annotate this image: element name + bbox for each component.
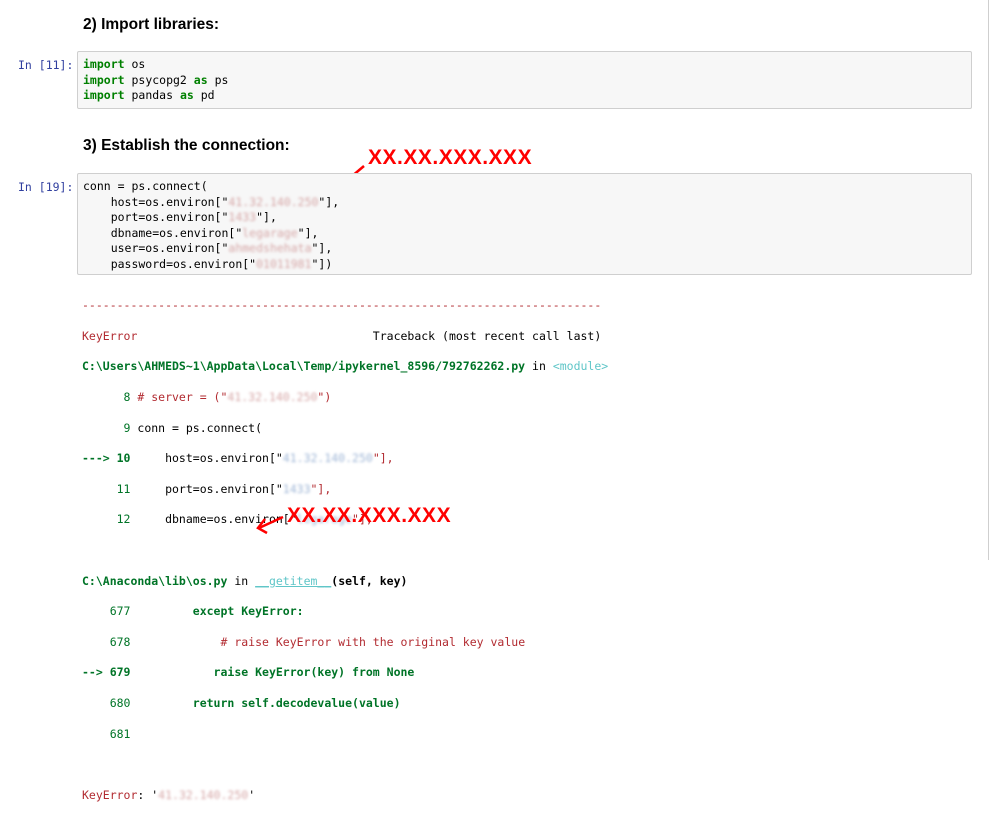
code-text: "], [311,241,333,255]
code-text: psycopg2 [124,72,194,87]
code-text: port=os.environ[" [83,210,229,224]
code-text: ps [207,72,229,87]
line-number: 678 [82,634,138,649]
code-text: "], [318,194,340,209]
code-comment: ") [317,390,332,405]
keyword: as [179,88,194,102]
traceback-header: Traceback (most recent call last) [137,328,602,343]
heading-establish-connection: 3) Establish the connection: [83,137,290,154]
line-number: 681 [82,726,138,741]
code-text: in [227,573,256,588]
redaction-annotation-bottom: XX.XX.XXX.XXX [287,504,452,527]
traceback-module: <module> [552,359,609,374]
keyword: import [83,57,125,71]
keyword: as [193,72,208,87]
final-error-type: KeyError [82,787,138,802]
code-cell-11[interactable]: import os import psycopg2 as ps import p… [77,51,972,109]
line-number: 12 [82,512,131,527]
code-text: password=os.environ[" [83,256,257,271]
redacted-value: 41.32.140.250 [227,390,318,405]
code-text: "], [372,451,394,466]
redacted-value: ahmedshehata [228,241,312,255]
code-text: "]) [311,256,333,271]
code-comment: # server = (" [137,390,228,405]
line-number: 9 [82,420,138,435]
error-type: KeyError [82,328,138,343]
code-text: "], [310,481,332,496]
code-text: return self.decodevalue(value) [137,696,401,711]
code-text: ' [248,787,256,802]
code-text: "], [256,210,277,224]
code-text: pd [193,88,215,102]
code-text: raise KeyError(key) from None [130,665,415,680]
code-text: conn = ps.connect( [83,179,208,193]
traceback-separator: ----------------------------------------… [82,298,602,313]
line-number: 11 [82,481,131,496]
code-text: in [525,359,553,374]
code-text: host=os.environ[" [83,194,229,209]
redacted-value: legarage [242,225,298,240]
current-line-arrow: ---> 10 [82,451,131,466]
cell-19-error-output: ----------------------------------------… [82,283,972,818]
keyword: import [83,72,125,87]
code-text: "], [297,225,319,240]
code-text: : ' [137,787,159,802]
code-text: user=os.environ[" [83,241,229,255]
redacted-value: 1433 [282,481,311,496]
redacted-value: 01011981 [256,256,312,271]
cell-prompt-19: In [19]: [18,180,74,194]
redacted-value: 41.32.140.250 [158,787,249,802]
cell-prompt-11: In [11]: [18,58,74,72]
traceback-file-path: C:\Anaconda\lib\os.py [82,573,228,588]
traceback-function: __getitem__ [255,573,332,588]
redaction-annotation-top: XX.XX.XXX.XXX [368,146,533,169]
code-text: conn = ps.connect( [137,420,263,435]
code-text: port=os.environ[" [130,481,283,496]
keyword: import [83,88,125,102]
traceback-args: (self, key) [331,573,408,588]
traceback-file-path: C:\Users\AHMEDS~1\AppData\Local\Temp/ipy… [82,359,526,374]
code-cell-19[interactable]: conn = ps.connect( host=os.environ["41.3… [77,173,972,275]
heading-import-libraries: 2) Import libraries: [83,16,220,33]
red-arrow-icon [256,515,284,535]
code-cell-19-source: conn = ps.connect( host=os.environ["41.3… [78,174,971,272]
code-text: except KeyError: [137,604,304,619]
notebook-right-border [988,0,989,560]
line-number: 8 [82,390,138,405]
code-text: dbname=os.environ[" [83,225,243,240]
code-cell-11-source: import os import psycopg2 as ps import p… [78,52,971,104]
code-comment: # raise KeyError with the original key v… [137,634,526,649]
code-text: pandas [124,88,180,102]
current-line-arrow: --> 679 [82,665,131,680]
line-number: 680 [82,696,138,711]
redacted-value: 41.32.140.250 [282,451,373,466]
redacted-value: 1433 [228,210,257,224]
redacted-value: 41.32.140.250 [228,194,319,209]
line-number: 677 [82,604,138,619]
code-text: os [124,57,146,71]
code-text: host=os.environ[" [130,451,283,466]
